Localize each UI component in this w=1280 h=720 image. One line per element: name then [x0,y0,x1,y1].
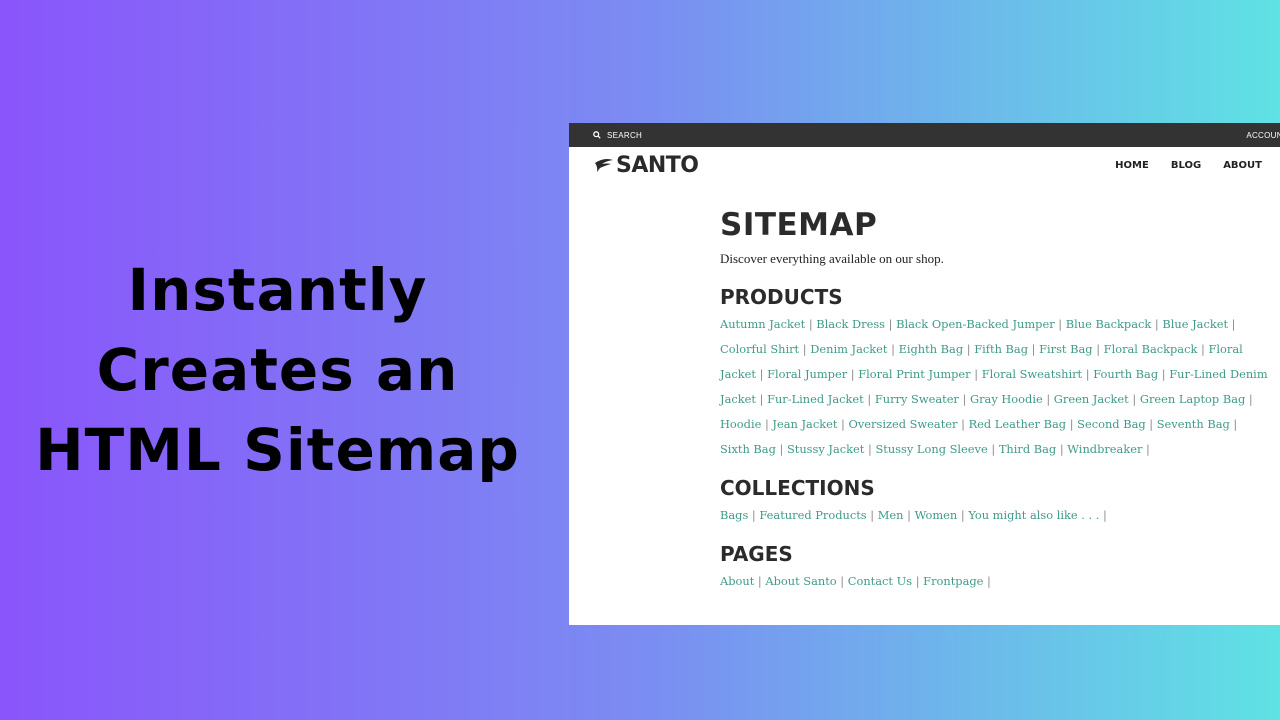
sitemap-link[interactable]: Featured Products [759,508,866,522]
leaf-logo-icon [595,159,613,172]
headline-line: Instantly [127,256,428,324]
nav-home[interactable]: HOME [1115,160,1149,171]
nav-blog[interactable]: BLOG [1171,160,1201,171]
sitemap-link[interactable]: Men [878,508,904,522]
sitemap-link[interactable]: Fourth Bag [1093,367,1158,381]
sitemap-link[interactable]: Red Leather Bag [969,417,1067,431]
sitemap-link[interactable]: About Santo [765,574,836,588]
sitemap-link[interactable]: Green Laptop Bag [1140,392,1245,406]
sitemap-link[interactable]: Green Jacket [1054,392,1129,406]
sitemap-link[interactable]: Windbreaker [1067,442,1142,456]
logo[interactable]: SANTO [594,153,699,178]
page-intro: Discover everything available on our sho… [720,251,944,266]
sitemap-link[interactable]: Sixth Bag [720,442,776,456]
section-title: COLLECTIONS [720,476,875,500]
headline: Instantly Creates an HTML Sitemap [0,250,555,490]
sitemap-link[interactable]: Furry Sweater [875,392,959,406]
sitemap-link[interactable]: Floral Backpack [1104,342,1198,356]
sitemap-link[interactable]: Fur-Lined Jacket [767,392,864,406]
section-title: PRODUCTS [720,285,843,309]
sitemap-link[interactable]: Floral Print Jumper [858,367,970,381]
sitemap-link[interactable]: Women [915,508,958,522]
sitemap-link[interactable]: Bags [720,508,748,522]
sitemap-link[interactable]: You might also like . . . [968,508,1099,522]
headline-line: Creates an [96,336,459,404]
sitemap-link[interactable]: Seventh Bag [1157,417,1230,431]
sitemap-link[interactable]: Black Dress [816,317,885,331]
main-nav: SANTO HOME BLOG ABOUT [569,147,1280,183]
search-icon [593,131,601,139]
headline-line: HTML Sitemap [35,416,520,484]
sitemap-link[interactable]: Stussy Long Sleeve [875,442,987,456]
sitemap-link[interactable]: Gray Hoodie [970,392,1043,406]
link-list: Bags | Featured Products | Men | Women |… [720,508,1107,522]
search-label: SEARCH [607,130,643,140]
sitemap-link[interactable]: Third Bag [999,442,1056,456]
link-list: About | About Santo | Contact Us | Front… [720,574,991,588]
search-button[interactable]: SEARCH [593,131,642,140]
logo-text: SANTO [616,152,699,178]
link-list: Autumn Jacket | Black Dress | Black Open… [720,317,1268,456]
sitemap-link[interactable]: About [720,574,754,588]
sitemap-link[interactable]: Floral Jumper [767,367,847,381]
sitemap-link[interactable]: Contact Us [848,574,912,588]
sitemap-link[interactable]: Fifth Bag [974,342,1028,356]
sitemap-link[interactable]: Colorful Shirt [720,342,799,356]
sitemap-link[interactable]: Jean Jacket [772,417,837,431]
sitemap-content: SITEMAP Discover everything available on… [720,207,1268,594]
nav-about[interactable]: ABOUT [1223,160,1262,171]
sitemap-link[interactable]: Hoodie [720,417,761,431]
sitemap-link[interactable]: Blue Backpack [1066,317,1152,331]
sitemap-link[interactable]: Blue Jacket [1162,317,1228,331]
website-screenshot: SEARCH ACCOUNT SANTO HOME BLOG ABOUT SIT… [569,123,1280,625]
sitemap-link[interactable]: First Bag [1039,342,1093,356]
sitemap-link[interactable]: Denim Jacket [810,342,887,356]
sitemap-link[interactable]: Stussy Jacket [787,442,864,456]
top-bar: SEARCH ACCOUNT [569,123,1280,147]
page-title: SITEMAP [720,207,878,243]
sitemap-link[interactable]: Frontpage [923,574,983,588]
sitemap-link[interactable]: Second Bag [1077,417,1145,431]
sitemap-link[interactable]: Eighth Bag [899,342,964,356]
account-link[interactable]: ACCOUNT [1246,131,1280,140]
section-title: PAGES [720,542,793,566]
sitemap-link[interactable]: Floral Sweatshirt [982,367,1082,381]
sitemap-link[interactable]: Oversized Sweater [849,417,958,431]
sitemap-link[interactable]: Autumn Jacket [720,317,805,331]
sitemap-link[interactable]: Black Open-Backed Jumper [896,317,1055,331]
